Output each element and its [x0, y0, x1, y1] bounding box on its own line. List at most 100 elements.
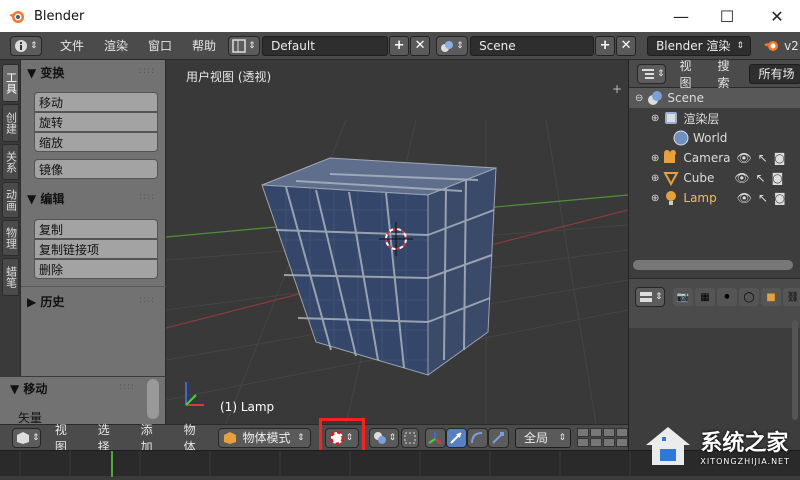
transform-panel-header[interactable]: ▼ 变换 — [27, 64, 64, 81]
expand-icon[interactable]: ⊕ — [651, 193, 659, 204]
minimize-button[interactable]: — — [658, 0, 704, 32]
translate-manipulator-button[interactable] — [446, 428, 467, 448]
close-button[interactable]: ✕ — [754, 0, 800, 32]
outliner-item-label: Lamp — [683, 191, 716, 205]
selectable-cursor-icon[interactable]: ↖ — [756, 171, 766, 185]
screen-layout-field[interactable]: Default — [262, 36, 388, 56]
outliner-item-render-layers[interactable]: ⊕ 渲染层 — [629, 108, 800, 128]
expand-icon[interactable]: ⊕ — [651, 153, 659, 164]
render-layers-tab-icon[interactable]: ▦ — [695, 288, 715, 306]
properties-editor-type-button[interactable]: ⇕ — [635, 287, 665, 307]
drag-handle-icon[interactable]: :::: — [139, 295, 155, 305]
outliner-item-label: Cube — [683, 171, 714, 185]
operator-panel-header[interactable]: ▼ 移动 — [10, 380, 47, 397]
arc-icon — [470, 431, 484, 445]
object-tab-icon[interactable]: ■ — [761, 288, 781, 306]
3d-view-editor-type-button[interactable]: ⇕ — [12, 428, 41, 448]
chevron-updown-icon: ⇕ — [558, 433, 566, 443]
renderable-camera-icon[interactable]: ◙ — [774, 151, 786, 165]
viewport-corner-plus-icon[interactable]: + — [612, 82, 622, 96]
rotate-button[interactable]: 旋转 — [34, 112, 158, 132]
menu-file[interactable]: 文件 — [50, 37, 94, 54]
operator-scrollbar[interactable] — [147, 379, 159, 419]
manipulator-axes-button[interactable] — [425, 428, 446, 448]
mode-dropdown[interactable]: 物体模式 ⇕ — [218, 428, 310, 448]
outliner-item-cube[interactable]: ⊕ Cube 👁 ↖ ◙ — [629, 168, 800, 188]
axes-icon — [428, 431, 442, 445]
rotate-manipulator-button[interactable] — [467, 428, 488, 448]
render-tab-icon[interactable]: 📷 — [673, 288, 693, 306]
translate-button[interactable]: 移动 — [34, 92, 158, 112]
outliner-display-mode[interactable]: 所有场 — [749, 64, 800, 84]
outliner-menu-search[interactable]: 搜索 — [718, 57, 738, 91]
menu-window[interactable]: 窗口 — [138, 37, 182, 54]
collapse-icon[interactable]: ⊖ — [635, 93, 643, 104]
world-tab-icon[interactable]: ◯ — [739, 288, 759, 306]
duplicate-linked-button[interactable]: 复制链接项 — [34, 239, 158, 259]
constraints-tab-icon[interactable]: ⛓ — [783, 288, 800, 306]
properties-scrollbar[interactable] — [792, 320, 798, 420]
mirror-button[interactable]: 镜像 — [34, 159, 158, 179]
screen-layout-button[interactable]: ⇕ — [228, 36, 260, 56]
chevron-updown-icon: ⇕ — [32, 433, 40, 443]
scene-tab-icon[interactable]: ⚫ — [717, 288, 737, 306]
blender-logo-icon — [763, 39, 781, 53]
outliner-item-scene[interactable]: ⊖ Scene — [629, 88, 800, 108]
viewport-scene[interactable] — [166, 60, 628, 424]
outliner-item-lamp[interactable]: ⊕ Lamp 👁 ↖ ◙ — [629, 188, 800, 208]
expand-icon[interactable]: ⊕ — [651, 173, 659, 184]
tab-animation[interactable]: 动画 — [2, 182, 19, 218]
viewport-shading-dropdown[interactable]: ⇕ — [325, 428, 359, 448]
tab-physics[interactable]: 物理 — [2, 220, 19, 256]
scale-button[interactable]: 缩放 — [34, 132, 158, 152]
transform-orientation-dropdown[interactable]: 全局 ⇕ — [515, 428, 571, 448]
edit-panel-header[interactable]: ▼ 编辑 — [27, 190, 64, 207]
watermark-url: XITONGZHIJIA.NET — [700, 457, 790, 466]
scene-browse-button[interactable]: ⇕ — [436, 36, 468, 56]
drag-handle-icon[interactable]: :::: — [139, 66, 155, 76]
tab-grease-pencil[interactable]: 蜡笔 — [2, 258, 19, 296]
mode-value: 物体模式 — [242, 429, 290, 446]
visibility-eye-icon[interactable]: 👁 — [736, 151, 751, 165]
tab-create[interactable]: 创建 — [2, 104, 19, 142]
expand-icon[interactable]: ⊕ — [651, 113, 659, 124]
menu-help[interactable]: 帮助 — [182, 37, 226, 54]
pivot-point-dropdown[interactable]: ⇕ — [369, 428, 400, 448]
menu-render[interactable]: 渲染 — [94, 37, 138, 54]
selectable-cursor-icon[interactable]: ↖ — [758, 151, 768, 165]
cube-mesh — [262, 158, 496, 375]
manipulator-toggle[interactable] — [401, 428, 418, 448]
add-scene-button[interactable]: + — [595, 36, 615, 56]
outliner-editor-type-button[interactable]: ⇕ — [637, 64, 666, 84]
selectable-cursor-icon[interactable]: ↖ — [758, 191, 768, 205]
watermark-title: 系统之家 — [700, 425, 790, 457]
tab-tools[interactable]: 工具 — [2, 64, 19, 102]
outliner-menu-view[interactable]: 视图 — [680, 57, 700, 91]
tab-relations[interactable]: 关系 — [2, 144, 19, 180]
duplicate-button[interactable]: 复制 — [34, 219, 158, 239]
editor-type-button[interactable]: ⇕ — [10, 36, 42, 56]
scene-field[interactable]: Scene — [470, 36, 594, 56]
window-titlebar: Blender — ☐ ✕ — [0, 0, 800, 32]
render-engine-dropdown[interactable]: Blender 渲染 ⇕ — [647, 36, 751, 56]
drag-handle-icon[interactable]: :::: — [119, 382, 135, 392]
scale-manipulator-button[interactable] — [488, 428, 509, 448]
3d-viewport[interactable]: 用户视图 (透视) + (1) Lamp — [166, 60, 628, 424]
remove-scene-button[interactable]: ✕ — [616, 36, 636, 56]
outliner-item-world[interactable]: World — [629, 128, 800, 148]
version-label: v2 — [784, 39, 799, 53]
chevron-updown-icon: ⇕ — [737, 41, 745, 51]
visibility-eye-icon[interactable]: 👁 — [734, 171, 749, 185]
maximize-button[interactable]: ☐ — [704, 0, 750, 32]
tool-shelf: ▼ 变换 :::: 移动 旋转 缩放 镜像 ▼ 编辑 :::: 复制 复制链接项… — [21, 60, 166, 376]
delete-button[interactable]: 删除 — [34, 259, 158, 279]
drag-handle-icon[interactable]: :::: — [139, 192, 155, 202]
renderable-camera-icon[interactable]: ◙ — [772, 171, 784, 185]
visibility-eye-icon[interactable]: 👁 — [737, 191, 752, 205]
renderable-camera-icon[interactable]: ◙ — [774, 191, 786, 205]
outliner-item-camera[interactable]: ⊕ Camera 👁 ↖ ◙ — [629, 148, 800, 168]
outliner-horizontal-scrollbar[interactable] — [633, 260, 793, 270]
history-panel-header[interactable]: ▶ 历史 — [27, 293, 64, 310]
remove-layout-button[interactable]: ✕ — [410, 36, 430, 56]
add-layout-button[interactable]: + — [389, 36, 409, 56]
